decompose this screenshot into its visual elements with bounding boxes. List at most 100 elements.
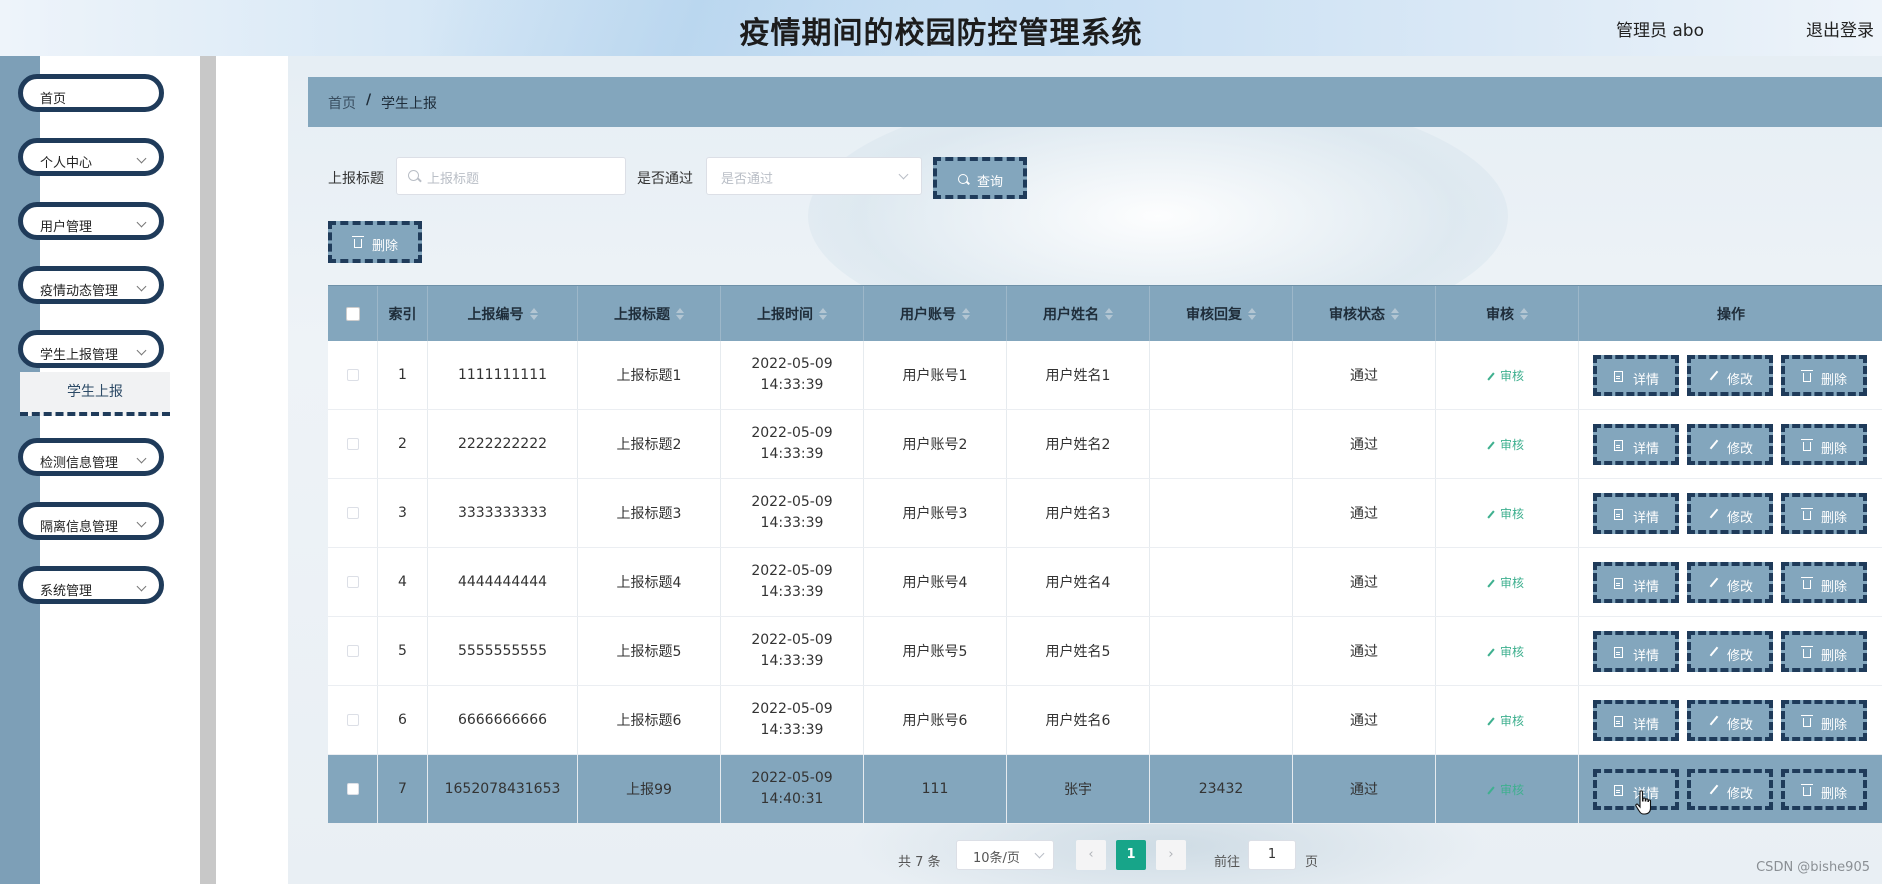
document-icon: [1614, 440, 1623, 451]
row-select-cell[interactable]: [328, 410, 378, 478]
select-all-checkbox[interactable]: [345, 306, 360, 321]
table-row[interactable]: 1 1111111111 上报标题1 2022-05-09 14:33:39 用户账号1…: [328, 341, 1882, 410]
header-cell-sortable[interactable]: 审核状态: [1293, 286, 1436, 341]
prev-page-button[interactable]: ‹: [1076, 840, 1106, 870]
audit-link[interactable]: 审核: [1487, 505, 1524, 522]
row-select-cell[interactable]: [328, 341, 378, 409]
audit-link[interactable]: 审核: [1487, 712, 1524, 729]
page-size-select[interactable]: 10条/页: [956, 840, 1054, 870]
sort-icon[interactable]: [676, 307, 684, 320]
sidebar-scrollbar[interactable]: [200, 56, 216, 884]
sidebar-item-home[interactable]: 首页: [18, 74, 164, 112]
sort-icon[interactable]: [1105, 307, 1113, 320]
pagination-total: 共 7 条: [898, 855, 941, 870]
batch-delete-button[interactable]: 删除: [328, 221, 422, 263]
cell-status: 通过: [1293, 479, 1436, 547]
header-cell-sortable[interactable]: 审核: [1436, 286, 1579, 341]
cell-code: 1111111111: [428, 341, 578, 409]
sidebar-item-epidemic-news[interactable]: 疫情动态管理: [18, 266, 164, 304]
row-checkbox[interactable]: [346, 507, 359, 519]
cell-title: 上报标题6: [578, 686, 721, 754]
delete-button[interactable]: 删除: [1781, 700, 1867, 741]
delete-button[interactable]: 删除: [1781, 424, 1867, 465]
sort-icon[interactable]: [962, 307, 970, 320]
sidebar-subitem-student-report[interactable]: 学生上报: [20, 372, 170, 416]
goto-page-input[interactable]: 1: [1248, 840, 1296, 870]
edit-button[interactable]: 修改: [1687, 424, 1773, 465]
table-row[interactable]: 2 2222222222 上报标题2 2022-05-09 14:33:39 用户账号2…: [328, 410, 1882, 479]
row-checkbox[interactable]: [346, 438, 359, 450]
cell-actions: 详情 修改 删除: [1579, 410, 1882, 478]
row-checkbox[interactable]: [346, 369, 359, 381]
row-select-cell[interactable]: [328, 686, 378, 754]
row-checkbox[interactable]: [346, 783, 359, 795]
delete-button[interactable]: 删除: [1781, 769, 1867, 810]
detail-button[interactable]: 详情: [1593, 355, 1679, 396]
cell-audit: 审核: [1436, 410, 1579, 478]
edit-button[interactable]: 修改: [1687, 355, 1773, 396]
chevron-down-icon: [136, 517, 147, 528]
sort-icon[interactable]: [819, 307, 827, 320]
edit-button[interactable]: 修改: [1687, 631, 1773, 672]
sort-icon[interactable]: [1391, 307, 1399, 320]
row-select-cell[interactable]: [328, 755, 378, 823]
table-row[interactable]: 6 6666666666 上报标题6 2022-05-09 14:33:39 用户账号6…: [328, 686, 1882, 755]
delete-button[interactable]: 删除: [1781, 355, 1867, 396]
row-checkbox[interactable]: [346, 576, 359, 588]
logout-link[interactable]: 退出登录: [1806, 16, 1874, 41]
detail-button[interactable]: 详情: [1593, 700, 1679, 741]
query-button[interactable]: 查询: [933, 157, 1027, 199]
delete-button[interactable]: 删除: [1781, 631, 1867, 672]
detail-button[interactable]: 详情: [1593, 631, 1679, 672]
detail-button[interactable]: 详情: [1593, 562, 1679, 603]
audit-link[interactable]: 审核: [1487, 367, 1524, 384]
header-cell-sortable[interactable]: 上报时间: [721, 286, 864, 341]
delete-button[interactable]: 删除: [1781, 562, 1867, 603]
row-select-cell[interactable]: [328, 479, 378, 547]
row-select-cell[interactable]: [328, 617, 378, 685]
query-button-label: 查询: [977, 175, 1004, 190]
cell-index: 2: [378, 410, 428, 478]
audit-link[interactable]: 审核: [1487, 436, 1524, 453]
audit-link[interactable]: 审核: [1487, 643, 1524, 660]
table-row[interactable]: 4 4444444444 上报标题4 2022-05-09 14:33:39 用户账号4…: [328, 548, 1882, 617]
row-select-cell[interactable]: [328, 548, 378, 616]
row-checkbox[interactable]: [346, 714, 359, 726]
sidebar-item-user-management[interactable]: 用户管理: [18, 202, 164, 240]
sort-icon[interactable]: [1520, 307, 1528, 320]
edit-button[interactable]: 修改: [1687, 493, 1773, 534]
header-cell-sortable[interactable]: 审核回复: [1150, 286, 1293, 341]
header-cell-sortable[interactable]: 上报编号: [428, 286, 578, 341]
passed-select[interactable]: 是否通过: [706, 157, 922, 195]
table-row[interactable]: 3 3333333333 上报标题3 2022-05-09 14:33:39 用户账号3…: [328, 479, 1882, 548]
sidebar-item-quarantine-info[interactable]: 隔离信息管理: [18, 502, 164, 540]
audit-link[interactable]: 审核: [1487, 781, 1524, 798]
audit-link[interactable]: 审核: [1487, 574, 1524, 591]
chevron-down-icon: [136, 281, 147, 292]
sidebar-item-system-management[interactable]: 系统管理: [18, 566, 164, 604]
edit-icon: [1709, 784, 1719, 795]
title-search-input[interactable]: 上报标题: [396, 157, 626, 195]
next-page-button[interactable]: ›: [1156, 840, 1186, 870]
detail-button[interactable]: 详情: [1593, 493, 1679, 534]
sidebar-item-personal-center[interactable]: 个人中心: [18, 138, 164, 176]
breadcrumb-home-link[interactable]: 首页: [328, 93, 356, 113]
edit-icon: [1487, 647, 1495, 657]
edit-button[interactable]: 修改: [1687, 562, 1773, 603]
sidebar-item-test-info[interactable]: 检测信息管理: [18, 438, 164, 476]
edit-button[interactable]: 修改: [1687, 700, 1773, 741]
page-number-button[interactable]: 1: [1116, 840, 1146, 870]
header-cell-sortable[interactable]: 用户账号: [864, 286, 1007, 341]
sort-icon[interactable]: [529, 307, 538, 320]
detail-button[interactable]: 详情: [1593, 424, 1679, 465]
header-select-all[interactable]: [328, 286, 378, 341]
header-cell-sortable[interactable]: 用户姓名: [1007, 286, 1150, 341]
header-cell-sortable[interactable]: 上报标题: [578, 286, 721, 341]
edit-button[interactable]: 修改: [1687, 769, 1773, 810]
cell-reply: [1150, 686, 1293, 754]
sort-icon[interactable]: [1248, 307, 1256, 320]
sidebar-item-student-report-management[interactable]: 学生上报管理: [18, 330, 164, 368]
table-row[interactable]: 5 5555555555 上报标题5 2022-05-09 14:33:39 用户账号5…: [328, 617, 1882, 686]
row-checkbox[interactable]: [346, 645, 359, 657]
delete-button[interactable]: 删除: [1781, 493, 1867, 534]
